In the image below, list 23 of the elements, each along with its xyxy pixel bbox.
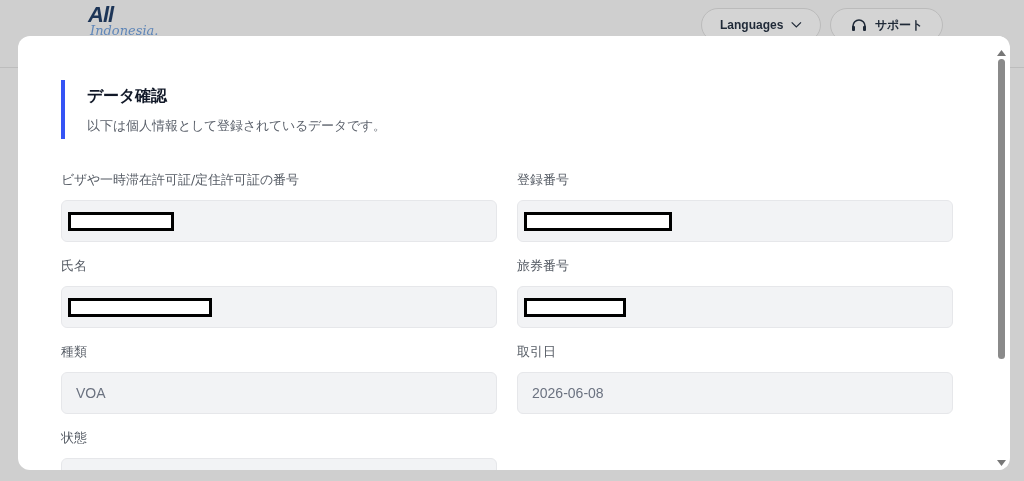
arrow-up-icon[interactable] — [996, 50, 1006, 56]
field-label: ビザや一時滞在許可証/定住許可証の番号 — [61, 171, 301, 189]
input-field[interactable] — [61, 200, 497, 242]
input-field[interactable] — [517, 200, 953, 242]
input-field[interactable] — [517, 286, 953, 328]
field-label: 状態 — [61, 429, 88, 447]
dialog-title: データ確認 — [87, 86, 168, 107]
logo-text: Indonesia. — [90, 24, 159, 38]
field-label: 取引日 — [517, 343, 557, 361]
field-label: 登録番号 — [517, 171, 570, 189]
dialog-subtitle: 以下は個人情報として登録されているデータです。 — [87, 118, 387, 135]
scrollbar-thumb[interactable] — [997, 59, 1005, 359]
scrollbar[interactable] — [994, 36, 1008, 470]
field-label: 旅券番号 — [517, 257, 570, 275]
input-field[interactable]: 2026-06-08 — [517, 372, 953, 414]
headset-icon — [850, 18, 867, 32]
field-label: 種類 — [61, 343, 88, 361]
arrow-down-icon[interactable] — [996, 460, 1006, 466]
logo-text: All — [88, 6, 114, 24]
chevron-down-icon — [791, 20, 802, 30]
field-label: 氏名 — [61, 257, 88, 275]
input-field[interactable] — [61, 286, 497, 328]
input-field[interactable]: VOA — [61, 372, 497, 414]
